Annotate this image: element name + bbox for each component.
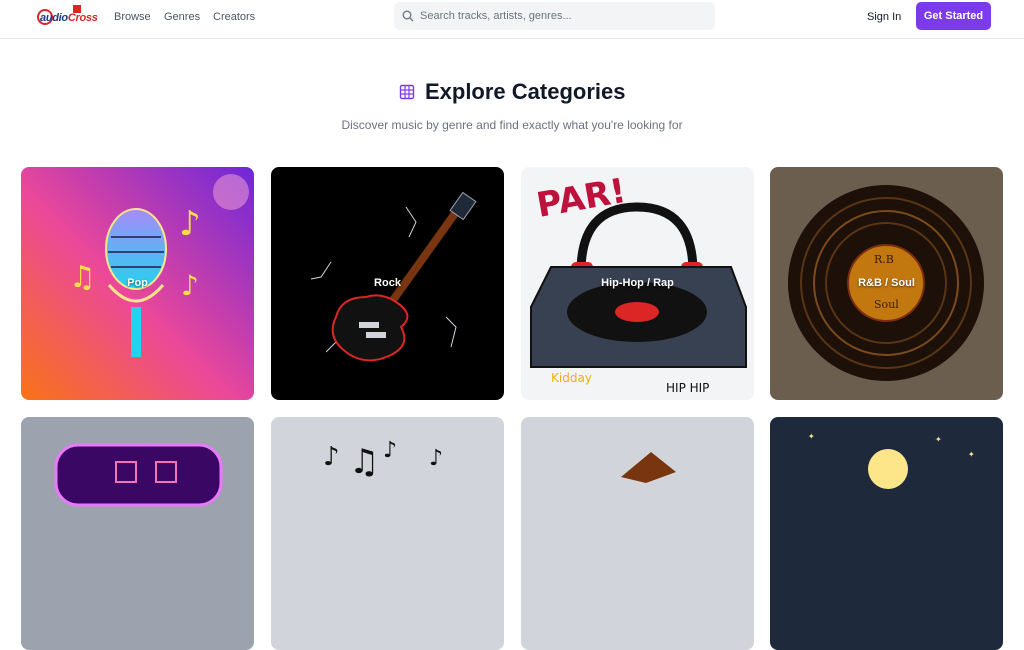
night-moon-image: ✦ ✦ ✦ [770,417,1003,650]
svg-text:✦: ✦ [968,450,975,459]
category-card-hiphop[interactable]: PAR! HIP HIP Kidday Hip-Hop / Rap [521,167,754,400]
grid-icon [399,84,414,100]
svg-text:♪: ♪ [383,438,397,463]
category-label: R&B / Soul [858,277,915,289]
svg-text:Kidday: Kidday [551,371,592,385]
category-card-rock[interactable]: Rock [271,167,504,400]
nav-creators-link[interactable]: Creators [213,11,255,23]
category-card-pop[interactable]: ♪ ♫ ♪ Pop [21,167,254,400]
page-title: Explore Categories [424,79,626,104]
svg-text:♪: ♪ [179,204,201,244]
category-card-7[interactable] [521,417,754,650]
svg-text:Soul: Soul [874,298,899,311]
svg-text:HIP HIP: HIP HIP [666,381,709,395]
page-subtitle: Discover music by genre and find exactly… [341,118,683,132]
grand-piano-image [521,417,754,650]
get-started-button[interactable]: Get Started [916,2,991,30]
category-label: Pop [127,277,148,289]
category-label: Hip-Hop / Rap [601,277,674,289]
neon-keyboard-image [21,417,254,650]
nav-genres-link[interactable]: Genres [164,11,200,23]
category-card-rnb-soul[interactable]: R.B Soul R&B / Soul [770,167,1003,400]
nav-browse-link[interactable]: Browse [114,11,151,23]
svg-text:R.B: R.B [874,253,894,266]
svg-text:♪: ♪ [429,446,443,471]
svg-text:✦: ✦ [808,432,815,441]
category-card-6[interactable]: ♪ ♫ ♪ ♪ [271,417,504,650]
svg-text:♪: ♪ [323,442,340,472]
svg-text:✦: ✦ [935,435,942,444]
category-label: Rock [374,277,401,289]
category-card-5[interactable] [21,417,254,650]
svg-text:♫: ♫ [349,442,379,482]
music-notes-image: ♪ ♫ ♪ ♪ [271,417,504,650]
category-card-8[interactable]: ✦ ✦ ✦ [770,417,1003,650]
page-heading: Explore Categories [0,79,1024,105]
search-icon [402,10,414,22]
top-navbar: audioCross Browse Genres Creators Sign I… [0,0,1024,39]
logo-text: audioCross [40,12,98,24]
search-input[interactable] [420,6,700,26]
audiocross-logo[interactable]: audioCross [37,5,98,29]
search-bar[interactable] [394,2,715,30]
sign-in-link[interactable]: Sign In [867,11,901,23]
